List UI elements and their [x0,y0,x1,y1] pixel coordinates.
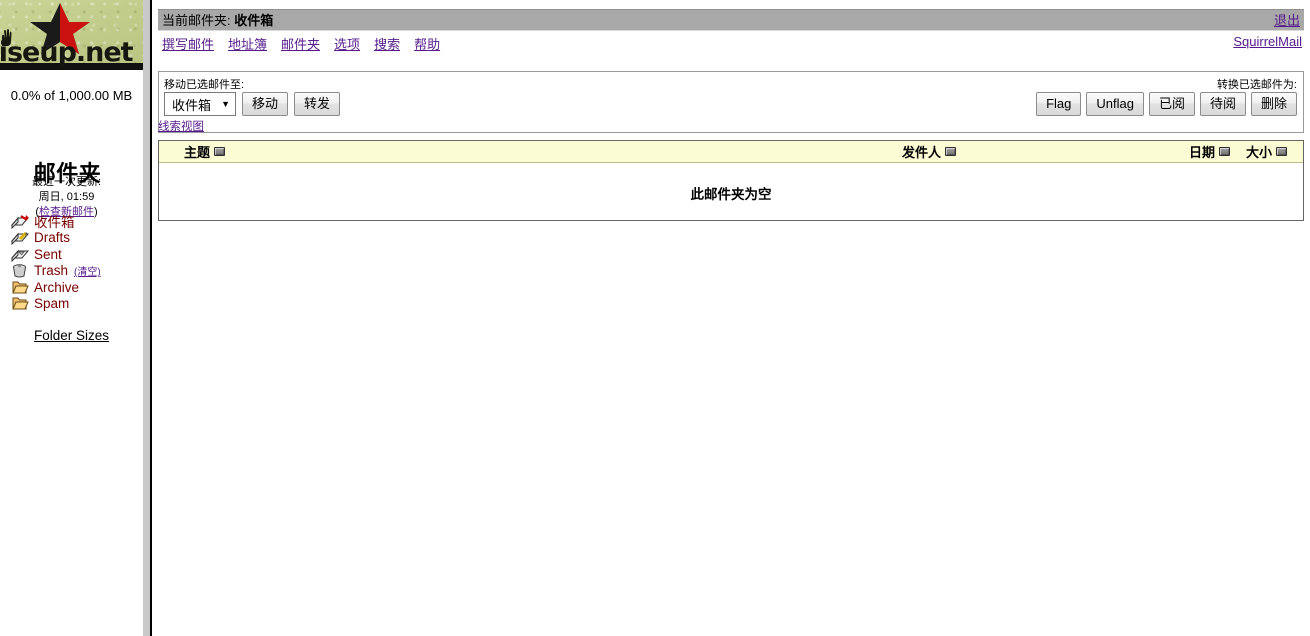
nav-addressbook[interactable]: 地址簿 [228,37,267,52]
flag-button[interactable]: Flag [1036,92,1082,116]
chevron-down-icon: ▼ [221,99,230,109]
mark-read-button[interactable]: 已阅 [1148,92,1195,116]
current-folder-bar: 当前邮件夹: 收件箱 退出 [158,9,1304,31]
squirrelmail-page: riseup.net 0.0% of 1,000.00 MB 邮件夹 最近一次更… [0,0,1310,636]
column-label-date: 日期 [1189,145,1216,160]
sort-date-icon[interactable] [1219,147,1231,156]
thread-view-area: 线索视图 [158,118,204,134]
convert-to-label: 转换已选邮件为: [1216,79,1297,91]
sort-size-icon[interactable] [1276,147,1288,156]
current-folder-label: 当前邮件夹: [162,13,231,28]
move-controls: 收件箱 ▼ 移动 转发 [164,92,341,116]
folder-item-spam[interactable]: Spam [10,296,143,313]
folder-label[interactable]: Spam [34,296,69,311]
squirrelmail-link[interactable]: SquirrelMail [1233,34,1302,49]
folder-icon [10,296,30,311]
sort-from-icon[interactable] [945,147,957,156]
folder-item-inbox[interactable]: 收件箱 [10,213,143,230]
last-update-time: 周日, 01:59 [38,191,95,203]
logout-area: 退出 [1274,10,1300,31]
quota-usage: 0.0% of 1,000.00 MB [10,88,133,103]
last-update-label: 最近一次更新: [31,176,102,188]
column-header-from[interactable]: 发件人 [902,142,957,161]
logo-wordmark: riseup.net [0,37,134,68]
destination-folder-value: 收件箱 [172,97,212,113]
folder-item-drafts[interactable]: Drafts [10,230,143,247]
forward-button[interactable]: 转发 [294,92,341,116]
nav-search[interactable]: 搜索 [374,37,400,52]
move-to-label: 移动已选邮件至: [164,79,245,91]
column-header-date[interactable]: 日期 [1189,142,1231,161]
destination-folder-select[interactable]: 收件箱 ▼ [164,92,236,116]
message-list-table: 主题 发件人 日期 大小 此邮件夹为空 [158,140,1304,221]
nav-compose[interactable]: 撰写邮件 [162,37,214,52]
column-label-size: 大小 [1246,145,1273,160]
column-label-subject: 主题 [184,145,211,160]
folder-item-trash[interactable]: Trash (清空) [10,263,143,280]
unflag-button[interactable]: Unflag [1086,92,1144,116]
column-header-size[interactable]: 大小 [1246,142,1288,161]
message-list-header: 主题 发件人 日期 大小 [159,141,1303,163]
drafts-icon [10,230,30,246]
folder-label[interactable]: Trash [34,263,68,278]
nav-links: 撰写邮件 地址簿 邮件夹 选项 搜索 帮助 [162,34,440,53]
mark-unread-button[interactable]: 待阅 [1199,92,1246,116]
nav-folders[interactable]: 邮件夹 [281,37,320,52]
folder-label[interactable]: Archive [34,280,79,295]
message-toolbar: 移动已选邮件至: 转换已选邮件为: 收件箱 ▼ 移动 转发 Flag Unfla… [158,71,1304,133]
current-folder-name: 收件箱 [234,13,274,28]
sidebar-scrollbar[interactable] [143,0,150,636]
brand-area: SquirrelMail [1233,34,1302,49]
last-refresh-block: 最近一次更新: 周日, 01:59 (检查新邮件) [0,153,143,220]
folder-label[interactable]: 收件箱 [34,211,75,231]
folder-sizes-row: Folder Sizes [0,327,143,345]
folder-list: 收件箱 Drafts Sent Trash (清空) Archive Spam [10,213,143,312]
purge-link[interactable]: (清空) [74,267,101,278]
logout-link[interactable]: 退出 [1274,13,1300,28]
column-label-from: 发件人 [902,145,942,160]
current-folder-group: 当前邮件夹: 收件箱 [162,10,273,31]
thread-view-link[interactable]: 线索视图 [158,121,204,133]
message-list-body: 此邮件夹为空 [159,163,1303,220]
column-header-subject[interactable]: 主题 [184,142,226,161]
flag-controls: Flag Unflag 已阅 待阅 删除 [1036,92,1297,116]
folder-item-sent[interactable]: Sent [10,246,143,263]
riseup-logo: riseup.net [0,0,143,70]
main-content: 当前邮件夹: 收件箱 退出 撰写邮件 地址簿 邮件夹 选项 搜索 帮助 SquirrelM… [152,0,1310,636]
folder-item-archive[interactable]: Archive [10,279,143,296]
folder-label[interactable]: Sent [34,247,62,262]
folder-icon [10,280,30,295]
nav-help[interactable]: 帮助 [414,37,440,52]
folder-sizes-link[interactable]: Folder Sizes [34,328,109,343]
sort-subject-icon[interactable] [214,147,226,156]
trash-icon [10,263,30,278]
sidebar: riseup.net 0.0% of 1,000.00 MB 邮件夹 最近一次更… [0,0,143,636]
empty-folder-message: 此邮件夹为空 [690,187,772,202]
move-button[interactable]: 移动 [242,92,289,116]
inbox-icon [10,214,30,229]
sent-icon [10,247,30,262]
trash-purge-link[interactable]: (清空) [74,263,101,278]
folder-label[interactable]: Drafts [34,230,70,245]
delete-button[interactable]: 删除 [1250,92,1297,116]
nav-options[interactable]: 选项 [334,37,360,52]
